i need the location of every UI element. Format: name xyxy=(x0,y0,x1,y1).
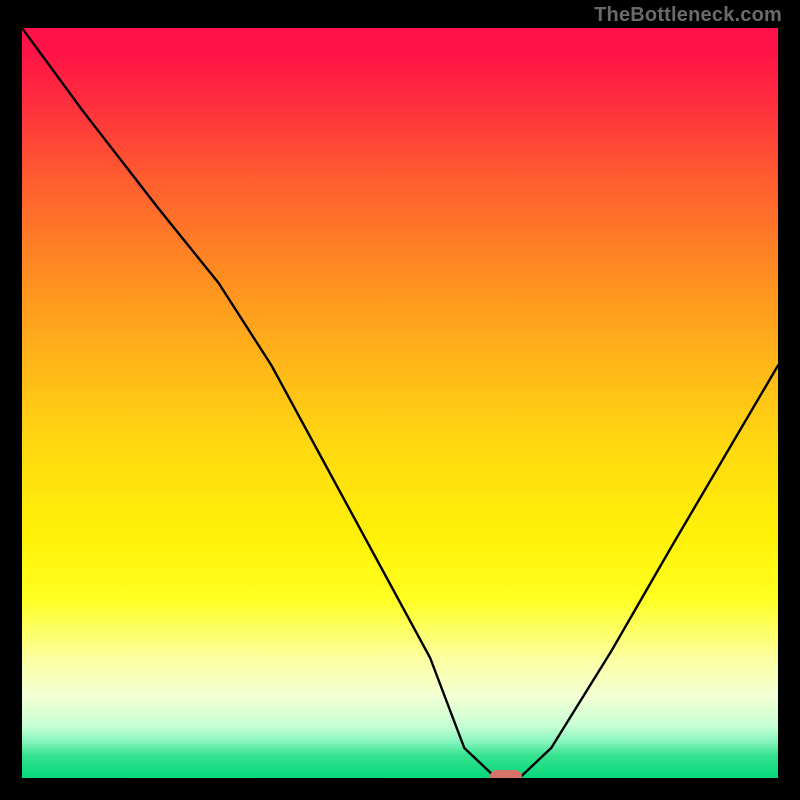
plot-area xyxy=(22,28,778,778)
bottleneck-curve xyxy=(22,28,778,778)
attribution-label: TheBottleneck.com xyxy=(594,4,782,27)
chart-frame xyxy=(15,28,785,785)
optimal-point-marker xyxy=(490,770,522,779)
